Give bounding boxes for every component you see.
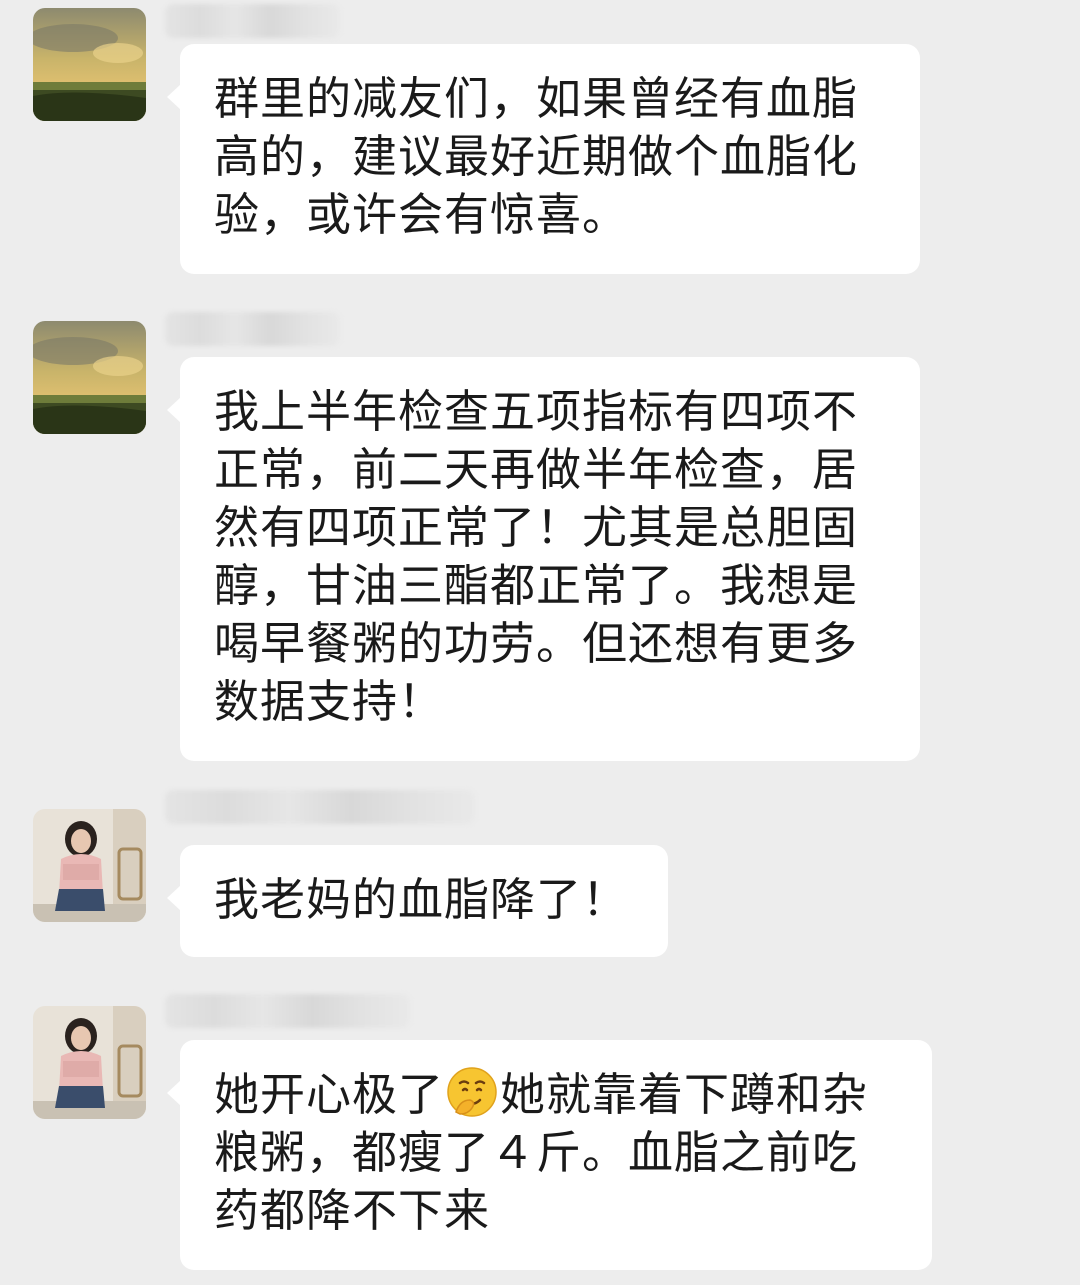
message-bubble[interactable]: 我上半年检查五项指标有四项不 正常，前二天再做半年检查，居 然有四项正常了！尤其… <box>167 357 920 761</box>
woman-photo-avatar-image <box>33 809 146 922</box>
message-text-part: 她开心极了 <box>214 1068 445 1121</box>
sender-name <box>165 790 475 824</box>
message-text: 她开心极了 她就靠着下蹲和杂 粮粥，都瘦了４斤。血脂之前吃 药都降不下来 <box>214 1066 902 1240</box>
sender-name <box>165 994 410 1028</box>
message-bubble[interactable]: 她开心极了 她就靠着下蹲和杂 粮粥，都瘦了４斤。血脂之前吃 药都降不下来 <box>167 1040 932 1270</box>
sender-name <box>165 312 340 346</box>
landscape-avatar[interactable] <box>33 321 146 434</box>
message-text: 群里的减友们，如果曾经有血脂 高的，建议最好近期做个血脂化 验，或许会有惊喜。 <box>214 72 859 241</box>
landscape-avatar-image <box>33 8 146 121</box>
landscape-avatar-image <box>33 321 146 434</box>
message-bubble[interactable]: 我老妈的血脂降了！ <box>167 845 668 957</box>
message-bubble[interactable]: 群里的减友们，如果曾经有血脂 高的，建议最好近期做个血脂化 验，或许会有惊喜。 <box>167 44 920 274</box>
woman-photo-avatar-image <box>33 1006 146 1119</box>
sender-name <box>165 4 340 38</box>
landscape-avatar[interactable] <box>33 8 146 121</box>
woman-photo-avatar[interactable] <box>33 809 146 922</box>
message-text: 我上半年检查五项指标有四项不 正常，前二天再做半年检查，居 然有四项正常了！尤其… <box>214 385 859 728</box>
message-text: 我老妈的血脂降了！ <box>214 873 629 926</box>
woman-photo-avatar[interactable] <box>33 1006 146 1119</box>
smirk-emoji-icon <box>446 1066 498 1118</box>
